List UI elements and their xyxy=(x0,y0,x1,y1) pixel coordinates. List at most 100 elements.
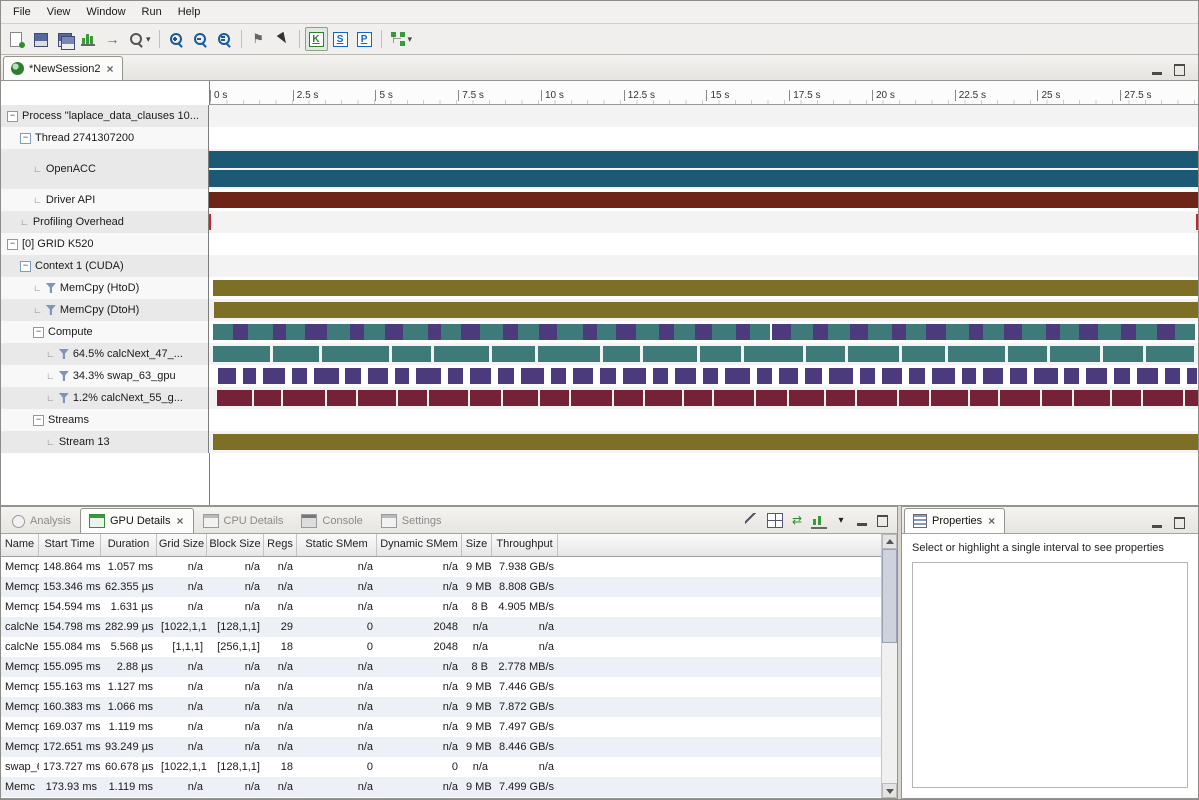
interval-bar[interactable] xyxy=(1034,368,1058,384)
filter-icon[interactable] xyxy=(59,393,69,403)
interval-bar[interactable] xyxy=(616,324,636,340)
interval-bar[interactable] xyxy=(857,390,898,406)
interval-bar[interactable] xyxy=(539,324,557,340)
gpu-table-row[interactable]: calcNe154.798 ms282.99 µs[1022,1,1][128,… xyxy=(1,617,897,637)
interval-bar[interactable] xyxy=(806,346,845,362)
interval-bar[interactable] xyxy=(448,368,463,384)
interval-bar[interactable] xyxy=(540,390,569,406)
interval-bar[interactable] xyxy=(860,368,875,384)
interval-bar[interactable] xyxy=(209,151,1198,168)
column-header-grid-size[interactable]: Grid Size xyxy=(157,534,207,556)
interval-bar[interactable] xyxy=(899,390,929,406)
tab-console[interactable]: Console xyxy=(292,508,371,533)
interval-bar[interactable] xyxy=(1046,324,1060,340)
interval-bar[interactable] xyxy=(892,324,906,340)
interval-bar[interactable] xyxy=(243,368,257,384)
session-tab[interactable]: *NewSession2 × xyxy=(3,56,123,80)
timeline-track[interactable] xyxy=(209,127,1198,149)
select-tool-button[interactable] xyxy=(271,27,294,51)
interval-bar[interactable] xyxy=(674,324,695,340)
interval-bar[interactable] xyxy=(1086,368,1107,384)
column-header-throughput[interactable]: Throughput xyxy=(492,534,558,556)
interval-bar[interactable] xyxy=(283,390,325,406)
timeline-track[interactable] xyxy=(209,299,1198,321)
pin-icon[interactable] xyxy=(745,513,761,528)
menu-run[interactable]: Run xyxy=(134,4,170,20)
scrollbar-track[interactable] xyxy=(882,549,897,783)
maximize-button[interactable] xyxy=(1172,64,1186,76)
interval-bar[interactable] xyxy=(931,390,968,406)
interval-bar[interactable] xyxy=(1103,346,1143,362)
tree-item-streams[interactable]: −Streams xyxy=(1,409,209,431)
timeline-track[interactable] xyxy=(209,365,1198,387)
column-header-regs[interactable]: Regs xyxy=(264,534,297,556)
interval-bar[interactable] xyxy=(1196,214,1198,230)
interval-bar[interactable] xyxy=(1000,390,1040,406)
interval-bar[interactable] xyxy=(623,368,646,384)
tree-item-driver-api[interactable]: ∟Driver API xyxy=(1,189,209,211)
interval-bar[interactable] xyxy=(429,390,469,406)
interval-bar[interactable] xyxy=(345,368,361,384)
tab-properties[interactable]: Properties × xyxy=(904,508,1005,533)
interval-bar[interactable] xyxy=(470,368,491,384)
view-menu-icon[interactable]: ▾ xyxy=(833,513,849,528)
layout-icon[interactable] xyxy=(767,513,783,528)
tree-item-openacc[interactable]: ∟OpenACC xyxy=(1,149,209,189)
interval-bar[interactable] xyxy=(1022,324,1046,340)
collapse-toggle-icon[interactable]: − xyxy=(33,415,44,426)
interval-bar[interactable] xyxy=(492,346,536,362)
interval-bar[interactable] xyxy=(828,324,850,340)
interval-bar[interactable] xyxy=(1157,324,1175,340)
interval-bar[interactable] xyxy=(503,390,539,406)
source-view-button[interactable]: S xyxy=(329,27,352,51)
gpu-table-row[interactable]: calcNe155.084 ms5.568 µs[1,1,1][256,1,1]… xyxy=(1,637,897,657)
interval-bar[interactable] xyxy=(263,368,285,384)
timeline-track[interactable] xyxy=(209,431,1198,453)
gpu-table-row[interactable]: Memcp179.163 ms1.073 msn/an/an/an/an/a9 … xyxy=(1,797,897,798)
interval-bar[interactable] xyxy=(416,368,442,384)
interval-bar[interactable] xyxy=(813,324,828,340)
interval-bar[interactable] xyxy=(653,368,668,384)
interval-bar[interactable] xyxy=(209,214,211,230)
timeline-track[interactable] xyxy=(209,211,1198,233)
zoom-in-button[interactable] xyxy=(165,27,188,51)
gpu-table-row[interactable]: Memcp153.346 ms62.355 µsn/an/an/an/an/a9… xyxy=(1,577,897,597)
interval-bar[interactable] xyxy=(213,346,270,362)
interval-bar[interactable] xyxy=(327,324,351,340)
save-all-button[interactable] xyxy=(53,27,76,51)
interval-bar[interactable] xyxy=(695,324,713,340)
column-header-dynamic-smem[interactable]: Dynamic SMem xyxy=(377,534,462,556)
zoom-out-button[interactable] xyxy=(189,27,212,51)
interval-bar[interactable] xyxy=(480,324,503,340)
gpu-table-row[interactable]: Memcp160.383 ms1.066 msn/an/an/an/an/a9 … xyxy=(1,697,897,717)
tree-item-memcpy-htod[interactable]: ∟MemCpy (HtoD) xyxy=(1,277,209,299)
tree-item-64-5-calcnext-47[interactable]: ∟64.5% calcNext_47_... xyxy=(1,343,209,365)
interval-bar[interactable] xyxy=(983,368,1003,384)
interval-bar[interactable] xyxy=(643,346,696,362)
interval-bar[interactable] xyxy=(829,368,853,384)
tree-item-34-3-swap-63-gpu[interactable]: ∟34.3% swap_63_gpu xyxy=(1,365,209,387)
gpu-table-row[interactable]: Memc173.93 ms1.119 msn/an/an/an/an/a9 MB… xyxy=(1,777,897,797)
interval-bar[interactable] xyxy=(441,324,461,340)
collapse-toggle-icon[interactable]: − xyxy=(7,239,18,250)
interval-bar[interactable] xyxy=(213,324,233,340)
column-header-size[interactable]: Size xyxy=(462,534,492,556)
interval-bar[interactable] xyxy=(948,346,1005,362)
interval-bar[interactable] xyxy=(322,346,389,362)
interval-bar[interactable] xyxy=(1042,390,1073,406)
gpu-table-row[interactable]: Memcp155.095 ms2.88 µsn/an/an/an/an/a8 B… xyxy=(1,657,897,677)
column-header-name[interactable]: Name xyxy=(1,534,39,556)
vertical-scrollbar[interactable] xyxy=(881,534,897,798)
save-button[interactable] xyxy=(29,27,52,51)
interval-bar[interactable] xyxy=(909,368,925,384)
interval-bar[interactable] xyxy=(1079,324,1098,340)
interval-bar[interactable] xyxy=(428,324,442,340)
interval-bar[interactable] xyxy=(1064,368,1079,384)
interval-bar[interactable] xyxy=(902,346,945,362)
minimize-button[interactable] xyxy=(855,515,869,527)
collapse-toggle-icon[interactable]: − xyxy=(7,111,18,122)
interval-bar[interactable] xyxy=(750,324,770,340)
marker-button[interactable]: ⚑ xyxy=(247,27,270,51)
tree-item-1-2-calcnext-55-g[interactable]: ∟1.2% calcNext_55_g... xyxy=(1,387,209,409)
interval-bar[interactable] xyxy=(364,324,385,340)
